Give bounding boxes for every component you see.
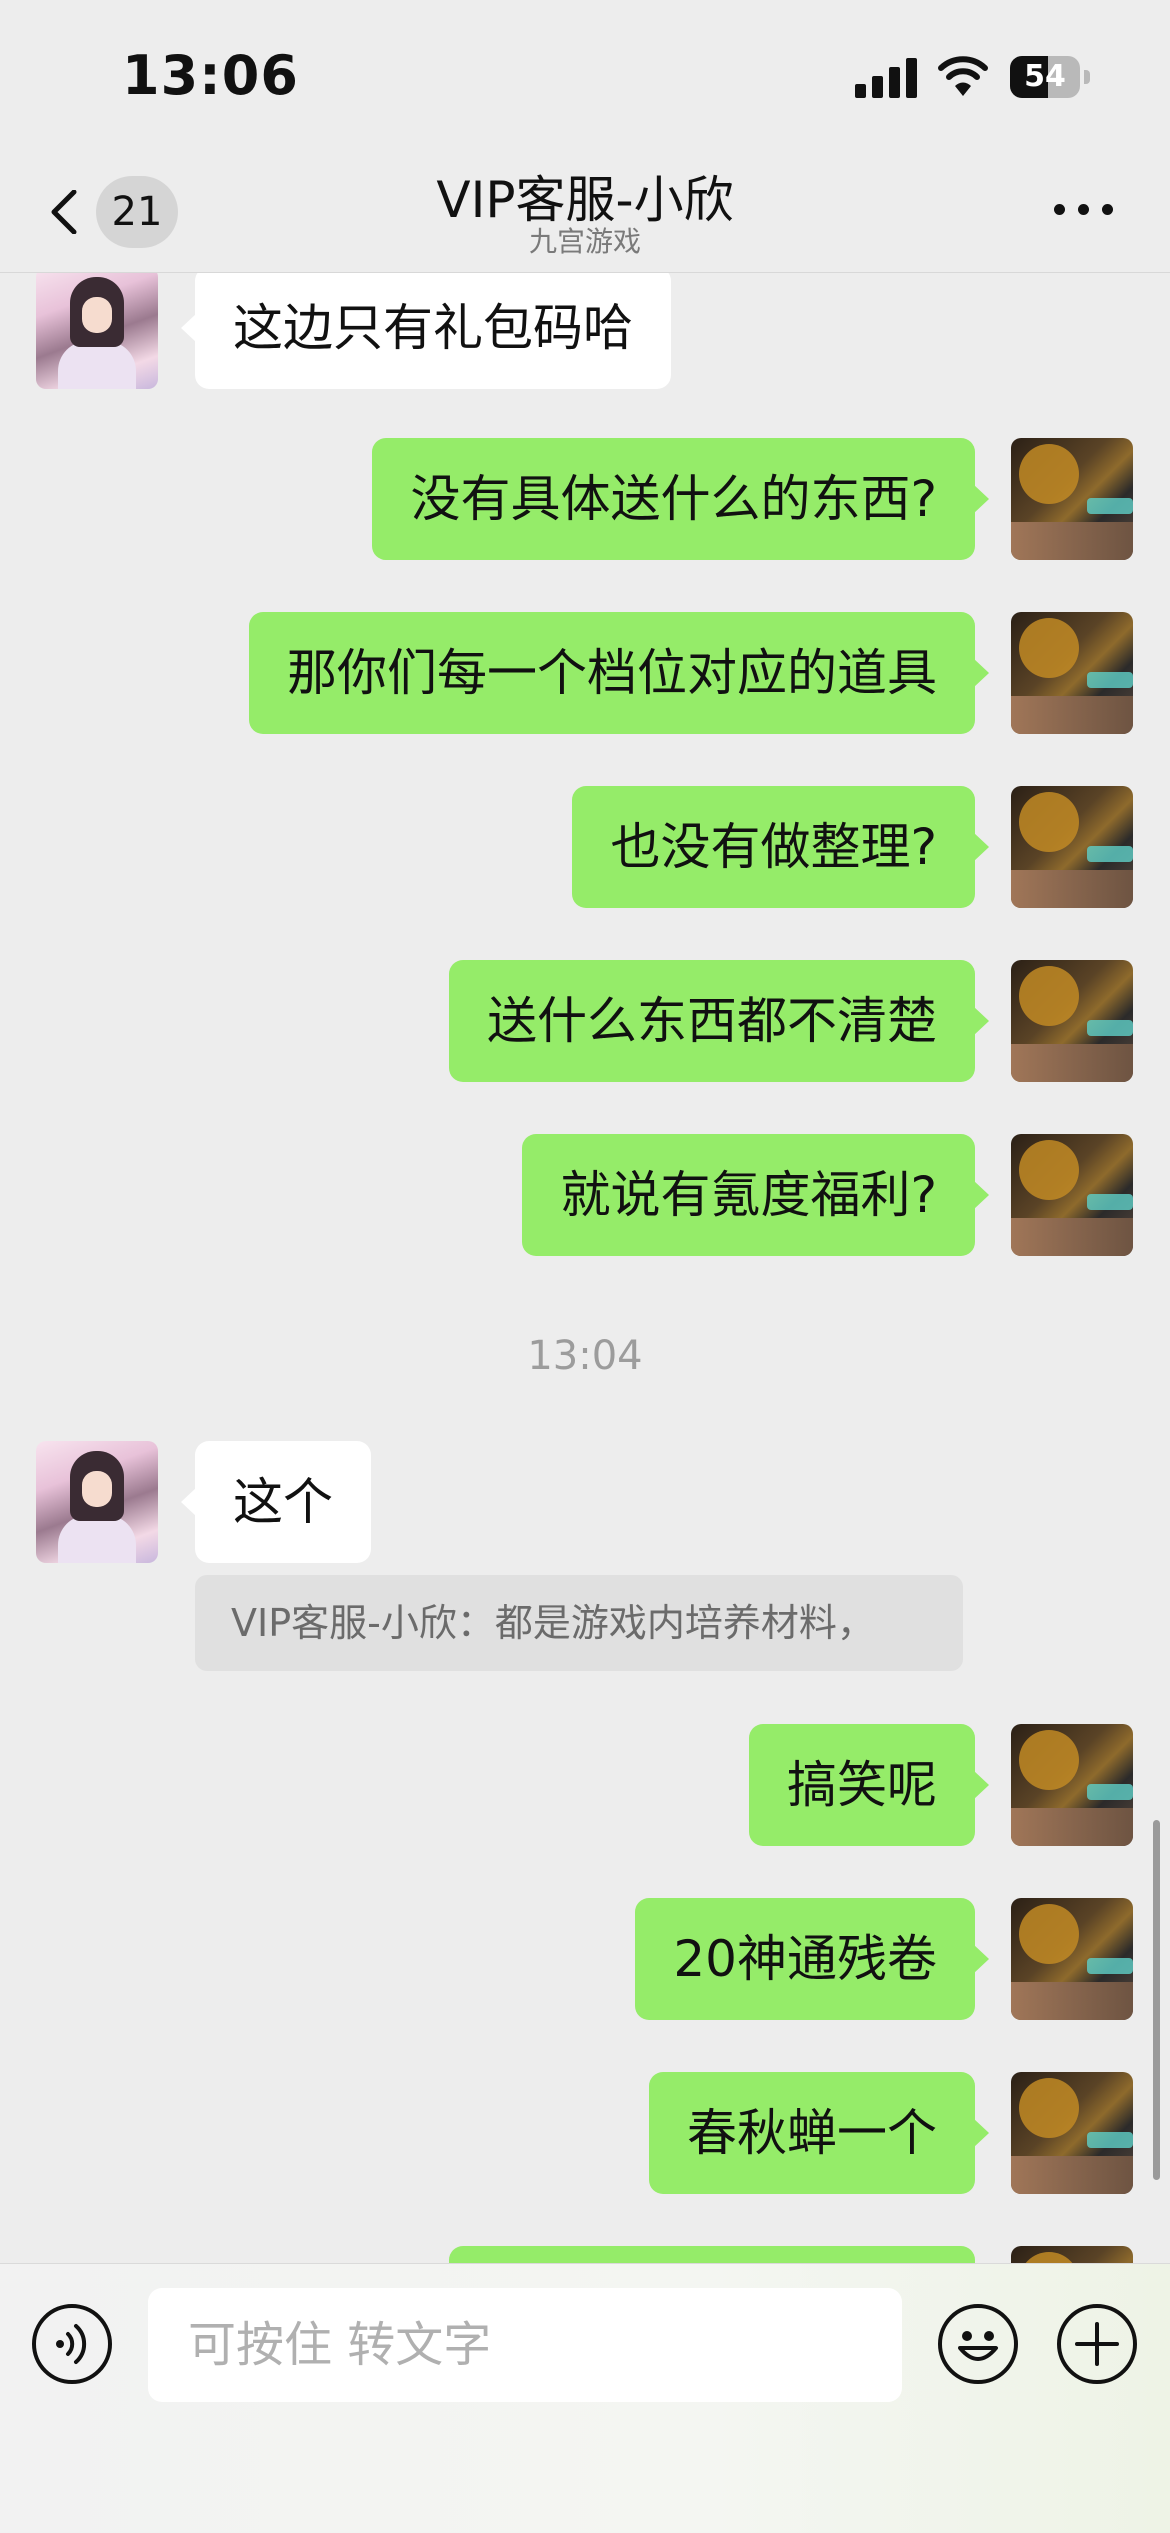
ellipsis-icon xyxy=(1054,204,1065,215)
message-bubble-outgoing[interactable]: 20神通残卷 xyxy=(635,1898,989,2020)
emoji-button[interactable] xyxy=(938,2304,1018,2384)
message-bubble-outgoing[interactable]: 就说有氪度福利? xyxy=(522,1134,989,1256)
cellular-signal-icon xyxy=(855,58,917,98)
input-bar: 可按住 转文字 xyxy=(0,2263,1170,2533)
scrollbar[interactable] xyxy=(1153,1820,1160,2180)
user-avatar[interactable] xyxy=(1011,1724,1133,1846)
user-avatar[interactable] xyxy=(1011,2246,1133,2263)
user-avatar[interactable] xyxy=(1011,786,1133,908)
user-avatar[interactable] xyxy=(1011,612,1133,734)
message-input[interactable]: 可按住 转文字 xyxy=(148,2288,902,2402)
message-bubble-outgoing[interactable]: 没有具体送什么的东西? xyxy=(372,438,989,560)
message-timestamp: 13:04 xyxy=(527,1333,643,1379)
user-avatar[interactable] xyxy=(1011,2072,1133,2194)
message-bubble-outgoing[interactable]: 春秋蝉一个 xyxy=(649,2072,989,2194)
battery-icon: 54 xyxy=(1010,56,1090,98)
status-time: 13:06 xyxy=(122,44,299,107)
message-bubble-outgoing[interactable]: 送什么东西都不清楚 xyxy=(449,960,989,1082)
more-functions-button[interactable] xyxy=(1057,2304,1137,2384)
message-bubble-incoming[interactable]: 这个 xyxy=(181,1441,371,1563)
battery-level: 54 xyxy=(1024,59,1066,94)
user-avatar[interactable] xyxy=(1011,1898,1133,2020)
message-bubble-outgoing[interactable]: 那你们每一个档位对应的道具 xyxy=(249,612,989,734)
status-bar: 13:06 54 xyxy=(0,0,1170,150)
message-bubble-outgoing[interactable] xyxy=(449,2246,975,2263)
message-bubble-outgoing[interactable]: 也没有做整理? xyxy=(572,786,989,908)
voice-input-button[interactable] xyxy=(32,2304,112,2384)
plus-icon xyxy=(1075,2322,1119,2366)
user-avatar[interactable] xyxy=(1011,1134,1133,1256)
user-avatar[interactable] xyxy=(1011,438,1133,560)
voice-icon xyxy=(56,2324,87,2364)
chat-header: 21 VIP客服-小欣 九宫游戏 xyxy=(0,150,1170,273)
message-list[interactable]: 这边只有礼包码哈 没有具体送什么的东西? 那你们每一个档位对应的道具 也没有做整… xyxy=(0,273,1170,2263)
chat-subtitle: 九宫游戏 xyxy=(528,225,641,258)
agent-avatar[interactable] xyxy=(36,1441,158,1563)
more-options-button[interactable] xyxy=(1052,190,1116,230)
message-bubble-outgoing[interactable]: 搞笑呢 xyxy=(749,1724,989,1846)
emoji-icon xyxy=(958,2331,998,2361)
message-bubble-incoming[interactable]: 这边只有礼包码哈 xyxy=(181,273,671,389)
wifi-icon xyxy=(938,56,988,96)
agent-avatar[interactable] xyxy=(36,273,158,389)
quoted-message[interactable]: VIP客服-小欣：都是游戏内培养材料， xyxy=(195,1575,963,1671)
user-avatar[interactable] xyxy=(1011,960,1133,1082)
